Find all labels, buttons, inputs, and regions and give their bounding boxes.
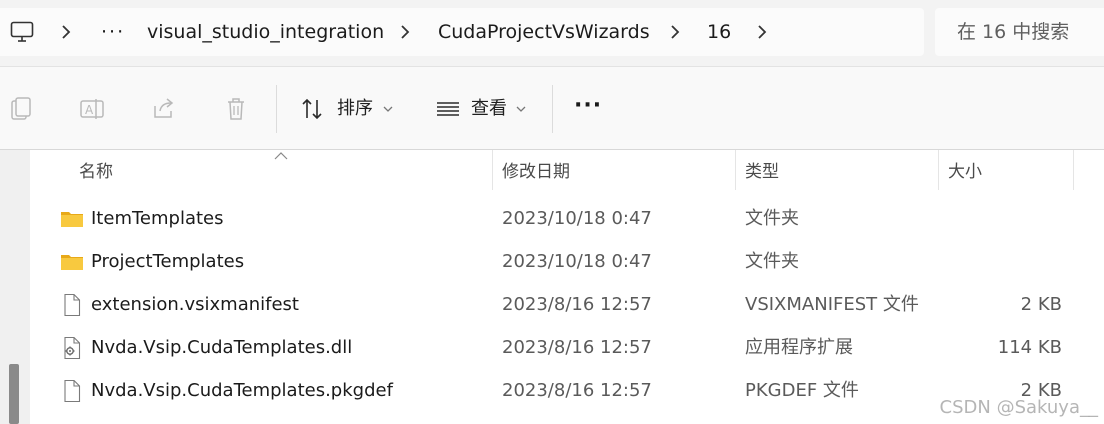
file-date: 2023/10/18 0:47 <box>502 208 652 229</box>
divider <box>552 85 553 133</box>
chevron-right-icon[interactable] <box>756 23 768 41</box>
file-row[interactable]: ItemTemplates 2023/10/18 0:47 文件夹 <box>30 197 1104 240</box>
breadcrumb-overflow[interactable]: ··· <box>101 8 125 56</box>
column-header-name[interactable]: 名称 <box>79 150 113 192</box>
breadcrumb-item-16[interactable]: 16 <box>707 8 731 56</box>
chevron-right-icon[interactable] <box>399 23 411 41</box>
file-row[interactable]: ProjectTemplates 2023/10/18 0:47 文件夹 <box>30 240 1104 283</box>
scrollbar[interactable] <box>0 150 30 424</box>
address-bar-row: ··· visual_studio_integration CudaProjec… <box>0 0 1104 66</box>
sort-ascending-icon <box>274 152 288 160</box>
svg-text:A: A <box>85 103 94 117</box>
file-type: 文件夹 <box>745 208 799 229</box>
file-type: PKGDEF 文件 <box>745 380 859 401</box>
column-divider[interactable] <box>735 150 736 190</box>
file-date: 2023/8/16 12:57 <box>502 337 652 358</box>
column-header-type[interactable]: 类型 <box>745 150 779 192</box>
breadcrumb-item-visual-studio-integration[interactable]: visual_studio_integration <box>147 8 384 56</box>
file-date: 2023/10/18 0:47 <box>502 251 652 272</box>
sort-icon <box>302 98 322 120</box>
copy-icon[interactable] <box>8 96 34 122</box>
more-options-button[interactable]: ··· <box>574 93 602 119</box>
breadcrumb[interactable]: ··· visual_studio_integration CudaProjec… <box>0 8 924 56</box>
chevron-right-icon[interactable] <box>669 23 681 41</box>
file-size <box>910 240 1062 283</box>
file-type: 应用程序扩展 <box>745 337 853 358</box>
this-pc-icon[interactable] <box>10 21 34 43</box>
file-date: 2023/8/16 12:57 <box>502 380 652 401</box>
command-bar: A 排序 查看 ··· <box>0 66 1104 150</box>
file-name: Nvda.Vsip.CudaTemplates.dll <box>91 337 353 358</box>
file-date: 2023/8/16 12:57 <box>502 294 652 315</box>
file-size: 114 KB <box>997 337 1062 358</box>
file-icon <box>64 293 81 317</box>
file-name: ItemTemplates <box>91 208 224 229</box>
file-size <box>910 197 1062 240</box>
column-divider[interactable] <box>1073 150 1074 190</box>
dll-icon <box>64 336 81 360</box>
file-row[interactable]: extension.vsixmanifest 2023/8/16 12:57 V… <box>30 283 1104 326</box>
file-name: ProjectTemplates <box>91 251 245 272</box>
chevron-right-icon[interactable] <box>60 23 72 41</box>
breadcrumb-item-cudaprojectvswizards[interactable]: CudaProjectVsWizards <box>438 8 650 56</box>
search-input[interactable]: 在 16 中搜索 <box>935 8 1104 56</box>
column-divider[interactable] <box>492 150 493 190</box>
folder-icon <box>61 255 83 270</box>
file-icon <box>64 379 81 403</box>
share-icon[interactable] <box>151 96 177 122</box>
view-icon <box>437 102 459 116</box>
scrollbar-thumb[interactable] <box>9 364 19 424</box>
sort-label: 排序 <box>337 98 373 119</box>
column-header-date[interactable]: 修改日期 <box>502 150 570 192</box>
file-type: 文件夹 <box>745 251 799 272</box>
view-label: 查看 <box>471 98 507 119</box>
sort-button[interactable]: 排序 <box>290 81 402 137</box>
column-header-size[interactable]: 大小 <box>948 150 982 192</box>
file-type: VSIXMANIFEST 文件 <box>745 294 919 315</box>
chevron-down-icon <box>383 106 393 112</box>
view-button[interactable]: 查看 <box>425 81 537 137</box>
divider <box>276 85 277 133</box>
file-name: extension.vsixmanifest <box>91 294 299 315</box>
folder-icon <box>61 212 83 227</box>
file-size: 2 KB <box>1020 294 1062 315</box>
watermark: CSDN @Sakuya__ <box>939 397 1098 418</box>
rename-icon[interactable]: A <box>79 96 105 122</box>
file-row[interactable]: Nvda.Vsip.CudaTemplates.dll 2023/8/16 12… <box>30 326 1104 369</box>
file-name: Nvda.Vsip.CudaTemplates.pkgdef <box>91 380 393 401</box>
column-divider[interactable] <box>938 150 939 190</box>
file-list: 名称 修改日期 类型 大小 ItemTemplates 2023/10/18 0… <box>0 150 1104 424</box>
delete-icon[interactable] <box>223 96 249 122</box>
chevron-down-icon <box>516 106 526 112</box>
